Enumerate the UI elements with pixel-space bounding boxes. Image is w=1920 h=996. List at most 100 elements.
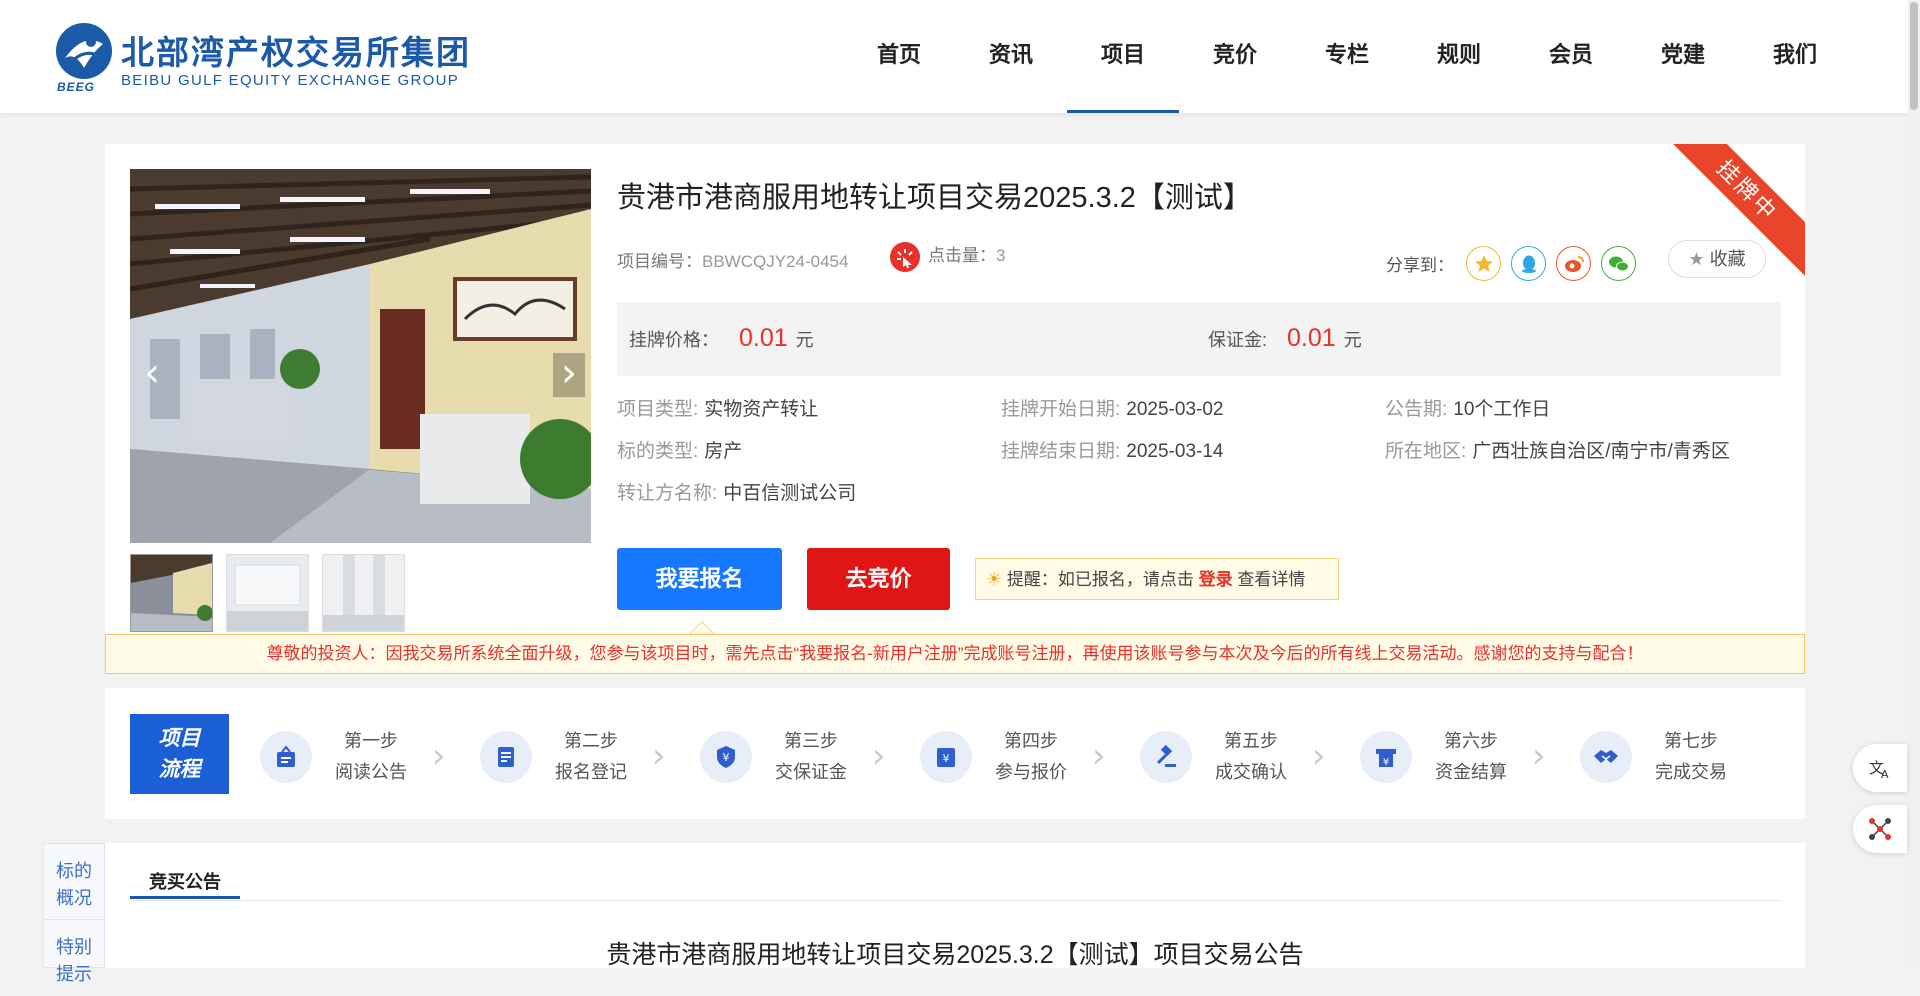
gallery-prev-button[interactable]: ‹ xyxy=(136,353,168,397)
side-tabs: 标的 概况 特别 提示 xyxy=(43,843,105,984)
info-value: 实物资产转让 xyxy=(704,399,819,420)
info-key: 标的类型: xyxy=(617,441,699,462)
step-number: 第六步 xyxy=(1444,731,1498,751)
translate-icon: 文A xyxy=(1869,759,1889,780)
info-subject-type: 标的类型: 房产 xyxy=(617,436,742,463)
site-header: BEEG 北部湾产权交易所集团 BEIBU GULF EQUITY EXCHAN… xyxy=(0,0,1908,113)
tip-suffix: 查看详情 xyxy=(1237,570,1306,589)
login-tip: ☀ 提醒：如已报名，请点击 登录 查看详情 xyxy=(975,558,1339,600)
qq-icon[interactable] xyxy=(1511,246,1546,281)
step-text: 第五步 成交确认 xyxy=(1196,726,1306,788)
nav-columns[interactable]: 专栏 xyxy=(1291,0,1403,113)
info-value: 广西壮族自治区/南宁市/青秀区 xyxy=(1472,441,1730,462)
upgrade-notice: 尊敬的投资人：因我交易所系统全面升级，您参与该项目时，需先点击“我要报名-新用户… xyxy=(105,634,1805,674)
logo-abbr: BEEG xyxy=(57,80,96,94)
network-nodes-icon xyxy=(1869,818,1891,840)
nav-news[interactable]: 资讯 xyxy=(955,0,1067,113)
register-icon xyxy=(480,731,532,783)
lightbulb-icon: ☀ xyxy=(986,569,1003,589)
deposit-value: 0.01 xyxy=(1287,324,1336,352)
side-tab-label: 提示 xyxy=(56,964,92,984)
favorite-button[interactable]: ★ 收藏 xyxy=(1668,240,1766,278)
network-tool-button[interactable] xyxy=(1853,805,1907,853)
logo-chinese-name: 北部湾产权交易所集团 xyxy=(121,34,471,71)
main-nav: 首页 资讯 项目 竞价 专栏 规则 会员 党建 我们 xyxy=(843,0,1851,113)
office-photo-image xyxy=(130,169,591,543)
deposit: 保证金: 0.01 元 xyxy=(1208,324,1362,353)
settlement-icon: ¥ xyxy=(1360,731,1412,783)
tip-login-link[interactable]: 登录 xyxy=(1199,570,1233,589)
process-step-6: ¥ 第六步 资金结算 › xyxy=(1360,726,1580,786)
listing-price: 挂牌价格： 0.01 元 xyxy=(629,324,814,353)
nav-bidding[interactable]: 竞价 xyxy=(1179,0,1291,113)
svg-text:¥: ¥ xyxy=(723,751,730,764)
info-value: 房产 xyxy=(704,441,743,462)
nav-about[interactable]: 我们 xyxy=(1739,0,1851,113)
gallery-next-button[interactable]: › xyxy=(553,353,585,397)
register-button[interactable]: 我要报名 xyxy=(617,548,782,610)
process-step-3: ¥ 第三步 交保证金 › xyxy=(700,726,920,786)
step-number: 第四步 xyxy=(1004,731,1058,751)
project-panel: ‹ › 贵港市港商服用地转让项目交易2025.3.2【测试】 挂牌中 项目编号：… xyxy=(105,144,1805,638)
info-transferor: 转让方名称: 中百信测试公司 xyxy=(617,478,856,505)
project-code-value: BBWCQJY24-0454 xyxy=(702,252,849,271)
step-number: 第二步 xyxy=(564,731,618,751)
step-arrow-icon: › xyxy=(1092,736,1106,776)
thumbnail-1[interactable] xyxy=(130,554,213,632)
step-number: 第七步 xyxy=(1664,731,1718,751)
svg-text:A: A xyxy=(1881,768,1889,780)
side-tab-special-notice[interactable]: 特别 提示 xyxy=(44,920,104,996)
nav-party[interactable]: 党建 xyxy=(1627,0,1739,113)
click-count-value: 3 xyxy=(996,246,1006,265)
nav-members[interactable]: 会员 xyxy=(1515,0,1627,113)
tip-prefix: 提醒：如已报名，请点击 xyxy=(1006,570,1194,589)
announcement-icon xyxy=(260,731,312,783)
info-key: 所在地区: xyxy=(1385,441,1467,462)
step-arrow-icon: › xyxy=(1312,736,1326,776)
site-logo[interactable]: BEEG 北部湾产权交易所集团 BEIBU GULF EQUITY EXCHAN… xyxy=(55,22,475,94)
deposit-unit: 元 xyxy=(1343,330,1362,350)
translate-button[interactable]: 文A xyxy=(1853,744,1907,792)
step-text: 第四步 参与报价 xyxy=(976,726,1086,788)
step-text: 第一步 阅读公告 xyxy=(316,726,426,788)
project-title: 贵港市港商服用地转让项目交易2025.3.2【测试】 xyxy=(617,182,1252,214)
qzone-icon[interactable] xyxy=(1466,246,1501,281)
deposit-label: 保证金: xyxy=(1208,330,1268,350)
page-scrollbar[interactable] xyxy=(1908,0,1920,968)
process-badge: 项目 流程 xyxy=(130,714,229,794)
info-value: 10个工作日 xyxy=(1453,399,1551,420)
scrollbar-thumb[interactable] xyxy=(1910,2,1918,110)
info-key: 挂牌结束日期: xyxy=(1001,441,1121,462)
tab-auction-announcement[interactable]: 竞买公告 xyxy=(130,868,240,899)
wechat-icon[interactable] xyxy=(1601,246,1636,281)
step-text: 第六步 资金结算 xyxy=(1416,726,1526,788)
nav-rules[interactable]: 规则 xyxy=(1403,0,1515,113)
step-label: 资金结算 xyxy=(1435,762,1507,782)
share-bar: 分享到： xyxy=(1386,246,1646,281)
project-process: 项目 流程 第一步 阅读公告 › 第二步 报名登记 › ¥ 第三步 交保证金 › xyxy=(105,688,1805,819)
thumbnail-3[interactable] xyxy=(322,554,405,632)
step-text: 第三步 交保证金 xyxy=(756,726,866,788)
process-badge-line1: 项目 xyxy=(158,727,201,750)
divider xyxy=(130,900,1782,901)
info-end-date: 挂牌结束日期: 2025-03-14 xyxy=(1001,436,1223,463)
step-arrow-icon: › xyxy=(872,736,886,776)
nav-projects[interactable]: 项目 xyxy=(1067,0,1179,113)
side-tab-overview[interactable]: 标的 概况 xyxy=(44,844,104,920)
step-label: 成交确认 xyxy=(1215,762,1287,782)
click-burst-icon xyxy=(890,241,920,272)
step-number: 第五步 xyxy=(1224,731,1278,751)
side-tab-label: 特别 xyxy=(56,937,92,957)
share-label: 分享到： xyxy=(1386,256,1454,275)
info-start-date: 挂牌开始日期: 2025-03-02 xyxy=(1001,394,1223,421)
info-key: 项目类型: xyxy=(617,399,699,420)
photo-thumbnails xyxy=(130,554,405,632)
nav-home[interactable]: 首页 xyxy=(843,0,955,113)
step-label: 完成交易 xyxy=(1655,762,1727,782)
info-announcement-period: 公告期: 10个工作日 xyxy=(1385,394,1550,421)
go-bid-button[interactable]: 去竞价 xyxy=(807,548,950,610)
weibo-icon[interactable] xyxy=(1556,246,1591,281)
process-step-7: 第七步 完成交易 xyxy=(1580,726,1800,786)
thumbnail-2[interactable] xyxy=(226,554,309,632)
svg-text:¥: ¥ xyxy=(943,752,950,765)
